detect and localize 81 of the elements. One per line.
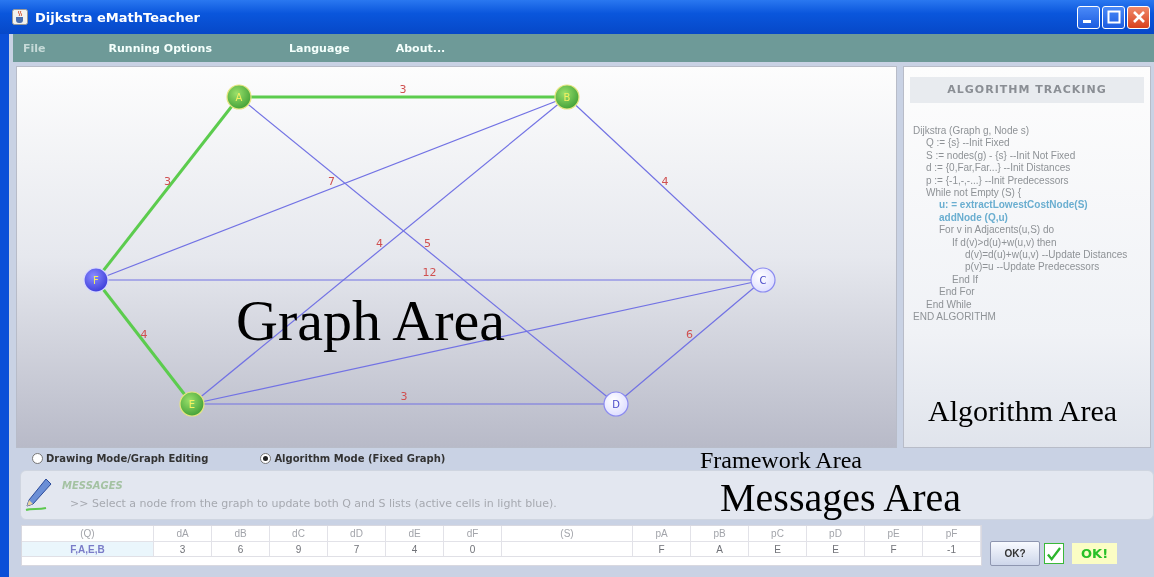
column-header: pF — [923, 526, 981, 541]
table-cell: F — [633, 541, 691, 556]
column-header: dF — [444, 526, 502, 541]
code-line: For v in Adjacents(u,S) do — [939, 224, 1055, 236]
maximize-icon — [1106, 10, 1121, 24]
table-cell: E — [807, 541, 865, 556]
annotation-label: Messages Area — [720, 478, 962, 518]
code-line: End If — [952, 273, 979, 285]
minimize-icon — [1082, 20, 1091, 23]
table-cell: F,A,E,B — [22, 541, 154, 556]
table-cell: A — [691, 541, 749, 556]
minimize-button[interactable] — [1077, 5, 1100, 29]
code-line: d := {0,Far,Far...} --Init Distances — [926, 162, 1071, 174]
column-header: dB — [212, 526, 270, 541]
code-line: addNode (Q,u) — [939, 211, 1008, 223]
menu-item[interactable]: Language — [289, 41, 350, 55]
table-cell: F — [865, 541, 923, 556]
table-cell: E — [749, 541, 807, 556]
table-cell: 7 — [328, 541, 386, 556]
column-header: pA — [633, 526, 691, 541]
graph-node[interactable]: C — [750, 267, 776, 293]
annotation-label: Graph Area — [236, 292, 505, 350]
pencil-icon — [24, 477, 52, 513]
code-line: Q := {s} --Init Fixed — [926, 137, 1010, 149]
edge-weight: 3 — [399, 83, 407, 96]
maximize-button[interactable] — [1102, 5, 1125, 29]
edge-weight: 3 — [164, 174, 171, 188]
check-button[interactable]: OK? — [990, 541, 1040, 566]
table-cell: 3 — [154, 541, 212, 556]
column-header: pC — [749, 526, 807, 541]
edge-weight: 4 — [376, 236, 383, 250]
table-cell: 6 — [212, 541, 270, 556]
table-cell: 9 — [270, 541, 328, 556]
edge-weight: 4 — [140, 328, 148, 341]
edge-weight: 6 — [686, 328, 693, 341]
edge-weight: 12 — [422, 266, 437, 279]
column-header: dE — [386, 526, 444, 541]
window-title: Dijkstra eMathTeacher — [35, 9, 200, 25]
coffee-cup-icon — [12, 9, 28, 25]
graph-node[interactable]: E — [179, 391, 205, 417]
table-cell: 0 — [444, 541, 502, 556]
column-header: pE — [865, 526, 923, 541]
close-button[interactable] — [1127, 5, 1150, 29]
column-header: pD — [807, 526, 865, 541]
edge-weight: 5 — [424, 236, 431, 250]
panel-title: ALGORITHM TRACKING — [910, 77, 1144, 103]
edge-weight: 3 — [400, 390, 408, 403]
code-line: S := nodes(g) - {s} --Init Not Fixed — [926, 149, 1076, 161]
column-header: dA — [154, 526, 212, 541]
edge-weight: 4 — [661, 174, 669, 188]
code-line: p := {-1,-,-...} --Init Predecessors — [926, 174, 1069, 186]
table-cell: -1 — [923, 541, 981, 556]
radio-button[interactable] — [260, 452, 272, 464]
menu-item[interactable]: Running Options — [108, 41, 212, 55]
code-line: END ALGORITHM — [913, 311, 996, 323]
code-line: Dijkstra (Graph g, Node s) — [913, 125, 1030, 136]
graph-node[interactable]: D — [603, 391, 629, 417]
message-text: >> Select a node from the graph to update both Q and S lists (active cells in light blue). — [70, 497, 557, 510]
code-line: If d(v)>d(u)+w(u,v) then — [952, 236, 1057, 248]
column-header: pB — [691, 526, 749, 541]
graph-node[interactable]: A — [226, 84, 252, 110]
column-header: dD — [328, 526, 386, 541]
code-line: End For — [939, 286, 975, 298]
code-line: End While — [926, 298, 972, 310]
radio-button[interactable] — [32, 452, 43, 464]
code-line: While not Empty (S) { — [926, 187, 1022, 199]
code-line: d(v)=d(u)+w(u,v) --Update Distances — [965, 249, 1128, 261]
annotation-label: Algorithm Area — [928, 396, 1118, 426]
graph-node[interactable]: F — [83, 267, 109, 293]
menu-item[interactable]: About... — [395, 41, 446, 55]
column-header: (S) — [502, 526, 633, 541]
code-line: u: = extractLowestCostNode(S) — [939, 199, 1088, 211]
result-label: OK! — [1072, 543, 1118, 564]
table-cell: 4 — [386, 541, 444, 556]
graph-node[interactable]: B — [554, 84, 580, 110]
column-header: dC — [270, 526, 328, 541]
edge-weight: 7 — [328, 174, 335, 188]
messages-title: MESSAGES — [62, 480, 124, 491]
annotation-label: Framework Area — [700, 448, 862, 472]
code-line: p(v)=u --Update Predecessors — [965, 261, 1100, 273]
close-icon — [1131, 10, 1146, 24]
